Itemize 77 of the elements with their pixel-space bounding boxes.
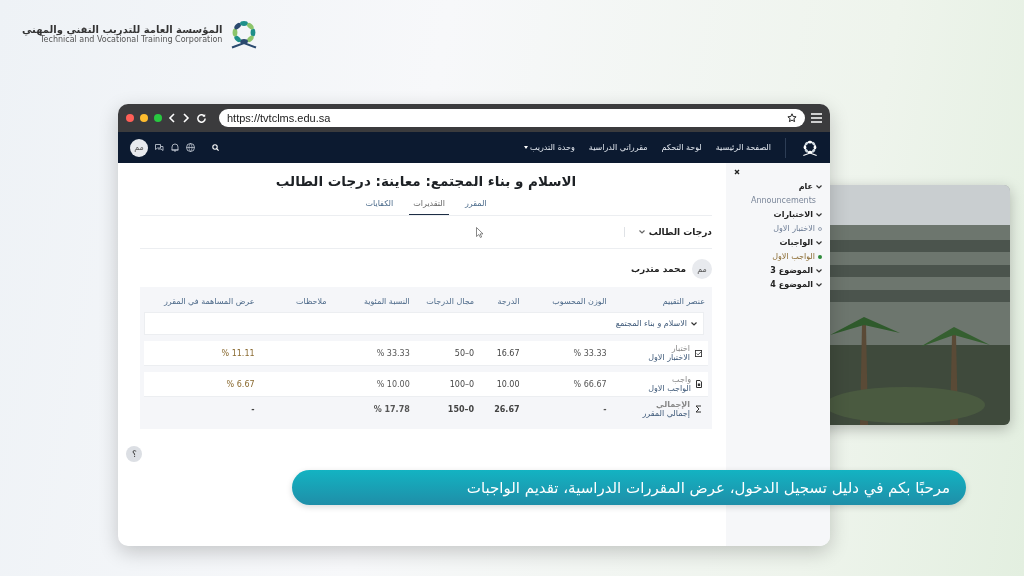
close-icon[interactable] xyxy=(734,169,740,177)
table-cell-text: 66.67 % xyxy=(572,378,608,391)
chevron-icon xyxy=(816,184,822,189)
section-link[interactable]: عام xyxy=(798,182,822,191)
help-button[interactable]: ؟ xyxy=(126,446,142,462)
nav-link[interactable]: وحدة التدريب xyxy=(523,143,575,152)
table-cell-text: - xyxy=(250,403,256,416)
table-cell-text: 26.67 xyxy=(493,403,521,416)
section-link[interactable]: الموضوع 4 xyxy=(770,280,822,289)
star-icon[interactable] xyxy=(787,113,797,123)
chevron-icon xyxy=(816,240,822,245)
section-link[interactable]: الموضوع 3 xyxy=(770,266,822,275)
item-type: اختبار xyxy=(671,344,690,353)
item-type: واجب xyxy=(672,375,691,384)
user-avatar[interactable]: مم xyxy=(130,138,148,157)
maximize-icon[interactable] xyxy=(154,114,162,122)
cursor-icon xyxy=(475,226,484,238)
search-icon[interactable] xyxy=(212,144,219,151)
chevron-icon xyxy=(816,268,822,273)
chevron-icon xyxy=(816,282,822,287)
chevron-icon xyxy=(691,321,697,326)
grade-item-link[interactable]: إجمالي المقرر xyxy=(642,409,690,418)
minimize-icon[interactable] xyxy=(140,114,148,122)
column-header: عنصر التقييم xyxy=(661,296,706,308)
column-header: مجال الدرجات xyxy=(425,296,476,308)
user-name: محمد متدرب xyxy=(630,264,686,274)
drawer-link[interactable]: Announcements xyxy=(750,196,822,205)
chevron-icon xyxy=(638,230,645,234)
grade-item-link[interactable]: الواجب الاول xyxy=(648,384,691,393)
section-link[interactable]: الاختبارات xyxy=(773,210,822,219)
table-cell-text: 10.00 % xyxy=(375,378,411,391)
column-header: الدرجة xyxy=(496,296,521,308)
tab[interactable]: المقرر xyxy=(460,195,491,215)
table-cell-text: 0–50 xyxy=(453,347,476,360)
nav-link[interactable]: لوحة التحكم xyxy=(661,143,702,152)
checkbox-icon xyxy=(695,349,702,357)
caption-banner: مرحبًا بكم في دليل تسجيل الدخول، عرض المقررات الدراسية، تقديم الواجبات xyxy=(292,470,966,505)
table-cell-text: 33.33 % xyxy=(572,347,608,360)
globe-icon[interactable] xyxy=(186,143,195,152)
category-row[interactable]: الاسلام و بناء المجتمع xyxy=(144,312,704,335)
section-link[interactable]: الواجبات xyxy=(779,238,822,247)
table-cell-text: 10.00 xyxy=(495,378,521,391)
table-cell-text: 6.67 % xyxy=(225,378,256,391)
report-dropdown[interactable]: درجات الطالب xyxy=(623,227,712,237)
reload-icon[interactable] xyxy=(196,112,207,124)
bell-icon[interactable] xyxy=(171,143,179,152)
column-header: ملاحظات xyxy=(294,296,328,308)
chevron-icon xyxy=(816,212,822,217)
table-cell-text: 17.78 % xyxy=(372,403,411,416)
document-icon xyxy=(696,380,702,388)
forward-icon[interactable] xyxy=(182,113,190,123)
activity-link[interactable]: الواجب الاول xyxy=(772,252,822,261)
menu-icon[interactable] xyxy=(811,113,822,123)
activity-link[interactable]: الاختبار الاول xyxy=(773,224,822,233)
tab[interactable]: الكفايات xyxy=(361,195,398,215)
table-cell-text: 33.33 % xyxy=(375,347,411,360)
sigma-icon xyxy=(695,405,702,413)
table-cell-text: - xyxy=(602,403,608,416)
table-cell-text: 11.11 % xyxy=(220,347,256,360)
brand-name: المؤسسة العامة للتدريب التقني والمهني xyxy=(22,24,223,35)
nav-link[interactable]: مقرراتي الدراسية xyxy=(588,143,648,152)
page-title: الاسلام و بناء المجتمع: معاينة: درجات الطالب xyxy=(274,173,578,189)
address-bar[interactable]: https://tvtclms.edu.sa xyxy=(219,109,805,127)
column-header: النسبة المئوية xyxy=(362,296,411,308)
item-type: الإجمالي xyxy=(656,400,690,409)
grade-item-link[interactable]: الاختبار الاول xyxy=(648,353,690,362)
chat-icon[interactable] xyxy=(155,143,164,152)
user-avatar: مم xyxy=(692,259,712,279)
brand-name-english: Technical and Vocational Training Corporation xyxy=(40,35,223,44)
back-icon[interactable] xyxy=(168,113,176,123)
tab[interactable]: التقديرات xyxy=(409,195,449,215)
column-header: عرض المساهمة في المقرر xyxy=(162,296,256,308)
table-cell-text: 0–150 xyxy=(446,403,476,416)
column-header: الوزن المحسوب xyxy=(551,296,608,308)
table-cell-text: 16.67 xyxy=(495,347,521,360)
table-cell-text: 0–100 xyxy=(448,378,476,391)
nav-link[interactable]: الصفحة الرئيسية xyxy=(715,143,771,152)
